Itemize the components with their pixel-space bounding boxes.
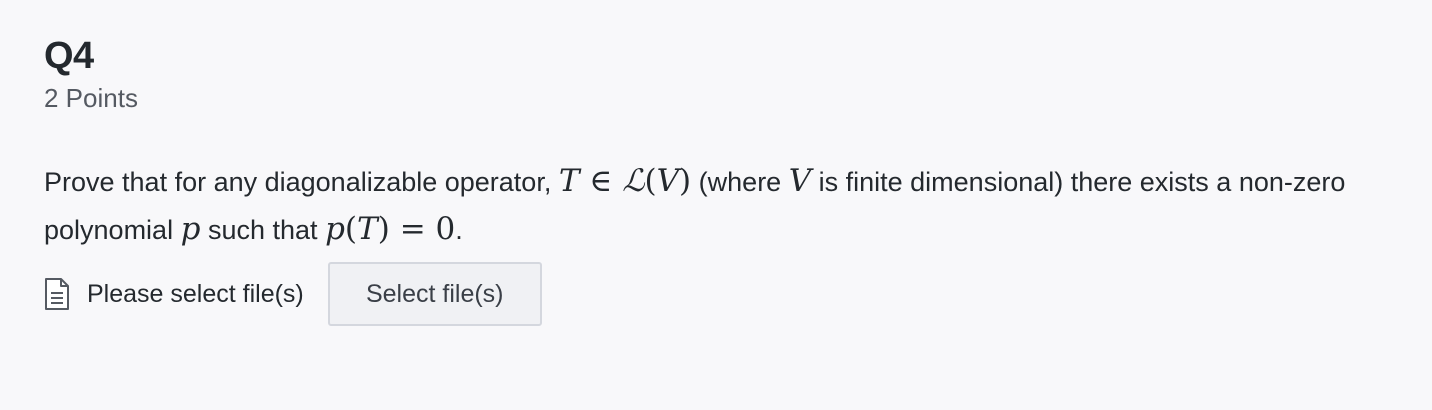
math-p-inline: p bbox=[181, 211, 201, 247]
text-period: . bbox=[455, 215, 463, 245]
text-part-1: Prove that for any diagonalizable operat… bbox=[44, 167, 552, 197]
math-p2: p bbox=[325, 211, 345, 247]
math-in: ∈ bbox=[589, 163, 613, 199]
file-upload-row: Please select file(s) Select file(s) bbox=[44, 262, 542, 326]
math-V: V bbox=[656, 163, 680, 199]
math-equation: p(T) = 0 bbox=[325, 211, 455, 247]
math-zero: 0 bbox=[435, 211, 456, 247]
math-close-paren-2: ) bbox=[377, 211, 390, 247]
question-text: Prove that for any diagonalizable operat… bbox=[44, 158, 1384, 254]
question-title: Q4 bbox=[44, 35, 94, 77]
math-V2: V bbox=[788, 163, 812, 199]
math-operator-membership: T ∈ ℒ(V) bbox=[559, 163, 691, 199]
text-part-2: (where bbox=[698, 167, 782, 197]
math-open-paren: ( bbox=[644, 163, 657, 199]
document-icon bbox=[44, 277, 70, 311]
math-close-paren: ) bbox=[679, 163, 692, 199]
text-part-4: such that bbox=[207, 215, 318, 245]
select-files-button[interactable]: Select file(s) bbox=[327, 262, 542, 326]
math-L: ℒ bbox=[622, 163, 645, 199]
math-T: T bbox=[558, 163, 580, 199]
math-open-paren-2: ( bbox=[344, 211, 358, 247]
question-card: Q4 2 Points Prove that for any diagonali… bbox=[44, 34, 1384, 254]
math-V-inline: V bbox=[789, 163, 811, 199]
question-points: 2 Points bbox=[44, 83, 138, 113]
math-T2: T bbox=[357, 211, 378, 247]
math-p: p bbox=[180, 211, 201, 247]
math-equals: = bbox=[399, 211, 426, 247]
upload-label: Please select file(s) bbox=[87, 279, 304, 308]
